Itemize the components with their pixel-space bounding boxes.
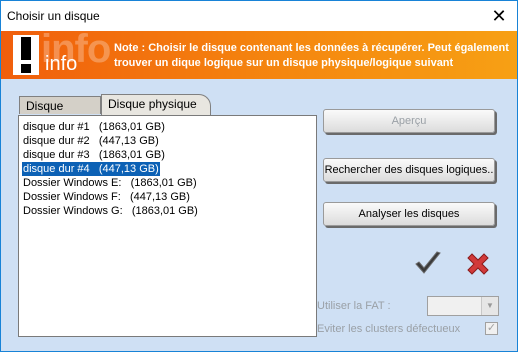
checkmark-icon[interactable] [413, 249, 443, 279]
clusters-label: Eviter les clusters défectueux [317, 323, 461, 335]
disk-list[interactable]: disque dur #1 (1863,01 GB) disque dur #2… [18, 115, 317, 337]
list-item-disk-2[interactable]: disque dur #2 (447,13 GB) [22, 134, 160, 148]
close-button[interactable]: ✕ [481, 1, 517, 31]
disk-size: (1863,01 GB) [131, 205, 198, 217]
choose-disk-dialog: Choisir un disque ✕ info info Note : Cho… [0, 0, 518, 352]
red-x-icon[interactable] [463, 249, 493, 279]
list-item-windows-g[interactable]: Dossier Windows G: (1863,01 GB) [22, 204, 199, 218]
exclamation-icon [13, 35, 39, 75]
disk-name: Dossier Windows F: [23, 191, 121, 203]
list-item-windows-e[interactable]: Dossier Windows E: (1863,01 GB) [22, 176, 198, 190]
window-title: Choisir un disque [7, 9, 100, 23]
disk-name: disque dur #4 [23, 163, 90, 175]
disk-name: disque dur #1 [23, 121, 90, 133]
clusters-checkbox[interactable]: ✓ [485, 322, 498, 335]
fat-select[interactable]: ▼ [427, 296, 499, 316]
info-logo: info info [9, 31, 111, 75]
disk-size: (1863,01 GB) [98, 121, 165, 133]
list-item-disk-4[interactable]: disque dur #4 (447,13 GB) [22, 162, 160, 176]
list-item-windows-f[interactable]: Dossier Windows F: (447,13 GB) [22, 190, 191, 204]
disk-size: (447,13 GB) [129, 191, 190, 203]
disk-size: (447,13 GB) [98, 163, 159, 175]
tab-disque-logique[interactable]: Disque logique [19, 96, 101, 131]
analyser-disques-button[interactable]: Analyser les disques [323, 202, 495, 226]
info-banner: info info Note : Choisir le disque conte… [1, 31, 517, 79]
disk-size: (1863,01 GB) [130, 177, 197, 189]
banner-note: Note : Choisir le disque contenant les d… [114, 42, 509, 69]
tab-disque-physique[interactable]: Disque physique [101, 94, 211, 116]
disk-name: disque dur #2 [23, 135, 90, 147]
disk-size: (447,13 GB) [98, 135, 159, 147]
rechercher-disques-logiques-button[interactable]: Rechercher des disques logiques.. [323, 158, 495, 182]
list-item-disk-1[interactable]: disque dur #1 (1863,01 GB) [22, 120, 166, 134]
disk-name: Dossier Windows G: [23, 205, 123, 217]
disk-size: (1863,01 GB) [98, 149, 165, 161]
chevron-down-icon: ▼ [481, 297, 498, 315]
disk-name: disque dur #3 [23, 149, 90, 161]
logo-text: info [45, 53, 78, 75]
disk-name: Dossier Windows E: [23, 177, 122, 189]
fat-label: Utiliser la FAT : [317, 300, 391, 312]
apercu-button[interactable]: Aperçu [323, 109, 495, 133]
list-item-disk-3[interactable]: disque dur #3 (1863,01 GB) [22, 148, 166, 162]
title-bar: Choisir un disque ✕ [1, 1, 517, 31]
